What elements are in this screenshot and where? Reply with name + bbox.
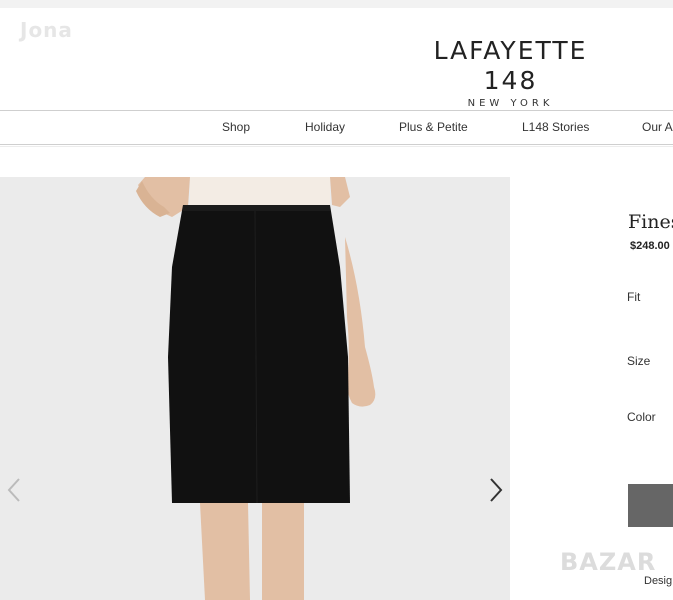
designer-notes-label[interactable]: Desig: [644, 575, 672, 587]
product-image: [0, 177, 510, 600]
nav-item-l148-stories[interactable]: L148 Stories: [522, 111, 589, 144]
chevron-right-icon: [490, 478, 503, 502]
product-price: $248.00: [630, 240, 670, 252]
chevron-left-icon: [7, 478, 20, 502]
color-label: Color: [627, 410, 656, 424]
main-nav: Shop Holiday Plus & Petite L148 Stories …: [0, 110, 673, 145]
nav-item-our-ap[interactable]: Our Ap: [642, 111, 673, 144]
nav-item-holiday[interactable]: Holiday: [305, 111, 345, 144]
size-label: Size: [627, 354, 651, 368]
product-details: Fines $248.00 Fit Size Color Desig: [510, 177, 673, 600]
watermark-top: Jona: [20, 18, 73, 42]
fit-label: Fit: [627, 290, 641, 304]
gallery-prev-button[interactable]: [5, 477, 25, 503]
brand-location: NEW YORK: [467, 98, 554, 109]
watermark-bottom: BAZAR: [560, 548, 657, 576]
top-band: [0, 0, 673, 8]
gallery-next-button[interactable]: [485, 477, 505, 503]
product-photo: [0, 177, 510, 600]
brand-name: LAFAYETTE 148: [433, 36, 588, 95]
brand-logo[interactable]: LAFAYETTE 148 NEW YORK: [418, 36, 603, 109]
add-to-bag-button[interactable]: [628, 484, 673, 527]
header-divider: [0, 146, 673, 147]
nav-item-shop[interactable]: Shop: [222, 111, 250, 144]
nav-item-plus-petite[interactable]: Plus & Petite: [399, 111, 468, 144]
product-title: Fines: [628, 211, 673, 233]
